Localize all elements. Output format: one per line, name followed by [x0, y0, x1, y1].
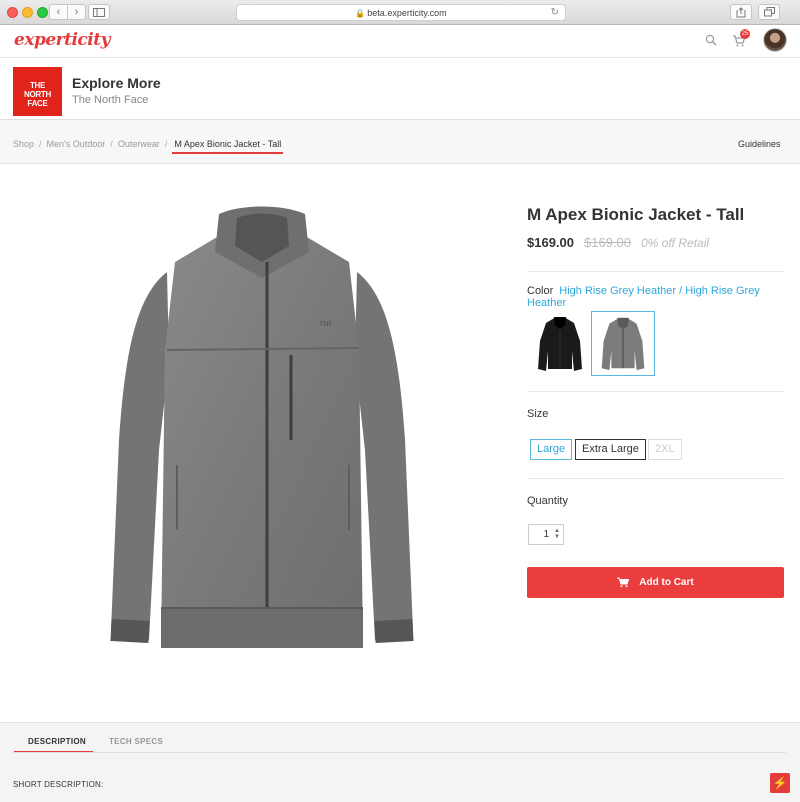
site-header: experticity 25: [0, 25, 800, 58]
size-option-large[interactable]: Large: [530, 439, 573, 460]
discount-text: 0% off Retail: [641, 236, 710, 250]
tabs-divider: [13, 752, 786, 753]
short-description-label: SHORT DESCRIPTION:: [13, 780, 104, 789]
url-text: beta.experticity.com: [367, 8, 447, 18]
breadcrumb-outerwear[interactable]: Outerwear: [118, 139, 160, 149]
minimize-window-button[interactable]: [22, 7, 33, 18]
divider: [527, 478, 784, 479]
zoom-window-button[interactable]: [37, 7, 48, 18]
lightning-icon: ⚡: [772, 776, 788, 790]
lock-icon: 🔒: [355, 9, 366, 18]
address-bar[interactable]: 🔒 beta.experticity.com ↻: [236, 4, 566, 21]
stepper-arrows-icon[interactable]: ▲ ▼: [554, 528, 560, 540]
product-tabs-section: DESCRIPTION TECH SPECS SHORT DESCRIPTION…: [0, 722, 800, 802]
cart-icon: [617, 577, 630, 588]
sidebar-toggle-button[interactable]: [88, 4, 110, 20]
forward-button[interactable]: ›: [67, 4, 86, 20]
color-value: High Rise Grey Heather / High Rise Grey …: [527, 285, 760, 309]
brand-title: Explore More: [72, 75, 161, 91]
divider: [527, 391, 784, 392]
breadcrumb-bar: Shop / Men's Outdoor / Outerwear / M Apex Bion…: [0, 120, 800, 164]
retail-price: $169.00: [584, 235, 631, 250]
experticity-logo[interactable]: experticity: [14, 30, 110, 50]
sidebar-icon: [93, 8, 105, 17]
color-row: Color High Rise Grey Heather / High Rise …: [527, 285, 800, 309]
breadcrumb: Shop / Men's Outdoor / Outerwear / M Apex Bion…: [13, 139, 284, 154]
breadcrumb-shop[interactable]: Shop: [13, 139, 34, 149]
quantity-stepper[interactable]: 1 ▲ ▼: [528, 524, 564, 545]
grey-jacket-thumbnail: [601, 317, 645, 371]
back-button[interactable]: ‹: [49, 4, 68, 20]
size-label: Size: [527, 408, 549, 420]
quantity-value: 1: [543, 529, 549, 540]
help-chat-button[interactable]: ⚡: [770, 773, 790, 793]
svg-text:TNF: TNF: [318, 320, 333, 328]
cart-count-badge: 25: [740, 29, 750, 39]
color-swatch-grey[interactable]: [591, 311, 655, 376]
add-to-cart-label: Add to Cart: [639, 577, 694, 588]
size-option-extra-large[interactable]: Extra Large: [575, 439, 646, 460]
black-jacket-thumbnail: [538, 317, 582, 371]
tabs-icon: [763, 7, 775, 17]
breadcrumb-current: M Apex Bionic Jacket - Tall: [172, 139, 284, 154]
close-window-button[interactable]: [7, 7, 18, 18]
color-label: Color: [527, 285, 554, 297]
the-north-face-logo[interactable]: THE NORTH FACE: [13, 67, 62, 116]
product-image: TNF: [110, 206, 414, 648]
size-option-2xl[interactable]: 2XL: [648, 439, 682, 460]
price: $169.00: [527, 235, 574, 250]
tab-description[interactable]: DESCRIPTION: [14, 737, 93, 753]
color-swatch-black[interactable]: [528, 311, 592, 376]
browser-toolbar: ‹ › 🔒 beta.experticity.com ↻: [0, 0, 800, 25]
reload-icon[interactable]: ↻: [551, 5, 559, 21]
avatar[interactable]: [763, 28, 787, 52]
search-icon[interactable]: [705, 34, 717, 46]
breadcrumb-mens-outdoor[interactable]: Men's Outdoor: [47, 139, 106, 149]
share-button[interactable]: [730, 4, 752, 20]
tab-tech-specs[interactable]: TECH SPECS: [109, 737, 163, 746]
add-to-cart-button[interactable]: Add to Cart: [527, 567, 784, 598]
brand-bar: THE NORTH FACE Explore More The North Face: [0, 58, 800, 120]
guidelines-link[interactable]: Guidelines: [738, 139, 781, 149]
share-icon: [736, 7, 746, 18]
price-row: $169.00 $169.00 0% off Retail: [527, 235, 709, 250]
tabs-overview-button[interactable]: [758, 4, 780, 20]
quantity-label: Quantity: [527, 495, 568, 507]
product-title: M Apex Bionic Jacket - Tall: [527, 205, 745, 224]
brand-subtitle[interactable]: The North Face: [72, 94, 148, 106]
divider: [527, 271, 784, 272]
